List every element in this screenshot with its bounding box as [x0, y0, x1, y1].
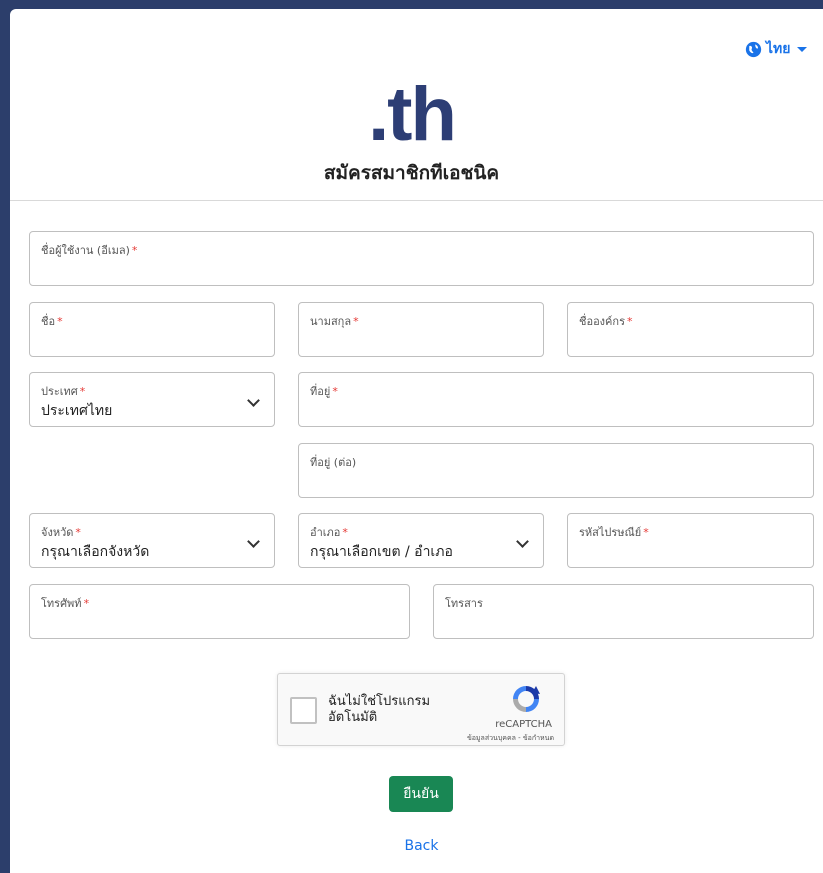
district-label: อำเภอ *	[310, 526, 348, 539]
address-label: ที่อยู่ *	[310, 385, 338, 398]
fax-field[interactable]: โทรสาร	[433, 584, 814, 639]
required-mark: *	[353, 315, 359, 328]
first-name-field[interactable]: ชื่อ *	[29, 302, 275, 357]
phone-label: โทรศัพท์ *	[41, 597, 90, 610]
language-selector[interactable]: ไทย	[745, 38, 808, 60]
recaptcha-logo-icon	[513, 686, 540, 712]
organization-field[interactable]: ชื่อองค์กร *	[567, 302, 814, 357]
address2-label: ที่อยู่ (ต่อ)	[310, 456, 357, 469]
back-link[interactable]: Back	[405, 838, 439, 854]
country-value: ประเทศไทย	[41, 403, 113, 419]
chevron-down-icon	[516, 535, 529, 548]
address2-field[interactable]: ที่อยู่ (ต่อ)	[298, 443, 814, 498]
recaptcha-terms-link[interactable]: ข้อมูลส่วนบุคคล - ข้อกำหนด	[467, 733, 554, 744]
header-divider	[10, 200, 823, 201]
province-value: กรุณาเลือกจังหวัด	[41, 544, 150, 560]
fax-label: โทรสาร	[445, 597, 483, 610]
caret-down-icon	[797, 46, 808, 52]
organization-label: ชื่อองค์กร *	[579, 315, 633, 328]
username-field[interactable]: ชื่อผู้ใช้งาน (อีเมล) *	[29, 231, 814, 286]
last-name-label: นามสกุล *	[310, 315, 359, 328]
postal-code-label: รหัสไปรษณีย์ *	[579, 526, 649, 539]
required-mark: *	[57, 315, 63, 328]
required-mark: *	[79, 385, 86, 398]
country-select[interactable]: ประเทศ * ประเทศไทย	[29, 372, 275, 427]
recaptcha-label: ฉันไม่ใช่โปรแกรมอัตโนมัติ	[328, 694, 431, 725]
first-name-label: ชื่อ *	[41, 315, 63, 328]
postal-code-field[interactable]: รหัสไปรษณีย์ *	[567, 513, 814, 568]
recaptcha-brand: reCAPTCHA	[495, 719, 552, 730]
chevron-down-icon	[247, 394, 260, 407]
district-select[interactable]: อำเภอ * กรุณาเลือกเขต / อำเภอ	[298, 513, 544, 568]
required-mark: *	[643, 526, 649, 539]
required-mark: *	[626, 315, 633, 328]
last-name-field[interactable]: นามสกุล *	[298, 302, 544, 357]
back-link-row: Back	[0, 838, 823, 854]
globe-icon	[745, 41, 762, 57]
language-label: ไทย	[766, 41, 791, 57]
required-mark: *	[131, 244, 138, 257]
province-label: จังหวัด *	[41, 526, 81, 539]
th-logo: .th	[368, 72, 457, 157]
recaptcha-widget: ฉันไม่ใช่โปรแกรมอัตโนมัติ reCAPTCHA ข้อม…	[277, 673, 565, 746]
required-mark: *	[332, 385, 338, 398]
phone-field[interactable]: โทรศัพท์ *	[29, 584, 410, 639]
recaptcha-checkbox[interactable]	[290, 697, 317, 724]
province-select[interactable]: จังหวัด * กรุณาเลือกจังหวัด	[29, 513, 275, 568]
district-value: กรุณาเลือกเขต / อำเภอ	[310, 544, 453, 560]
required-mark: *	[342, 526, 348, 539]
username-label: ชื่อผู้ใช้งาน (อีเมล) *	[41, 244, 138, 257]
required-mark: *	[75, 526, 81, 539]
country-label: ประเทศ *	[41, 385, 86, 398]
page-title: สมัครสมาชิกทีเอชนิค	[323, 162, 500, 184]
address-field[interactable]: ที่อยู่ *	[298, 372, 814, 427]
submit-button[interactable]: ยืนยัน	[389, 776, 453, 812]
required-mark: *	[83, 597, 90, 610]
chevron-down-icon	[247, 535, 260, 548]
